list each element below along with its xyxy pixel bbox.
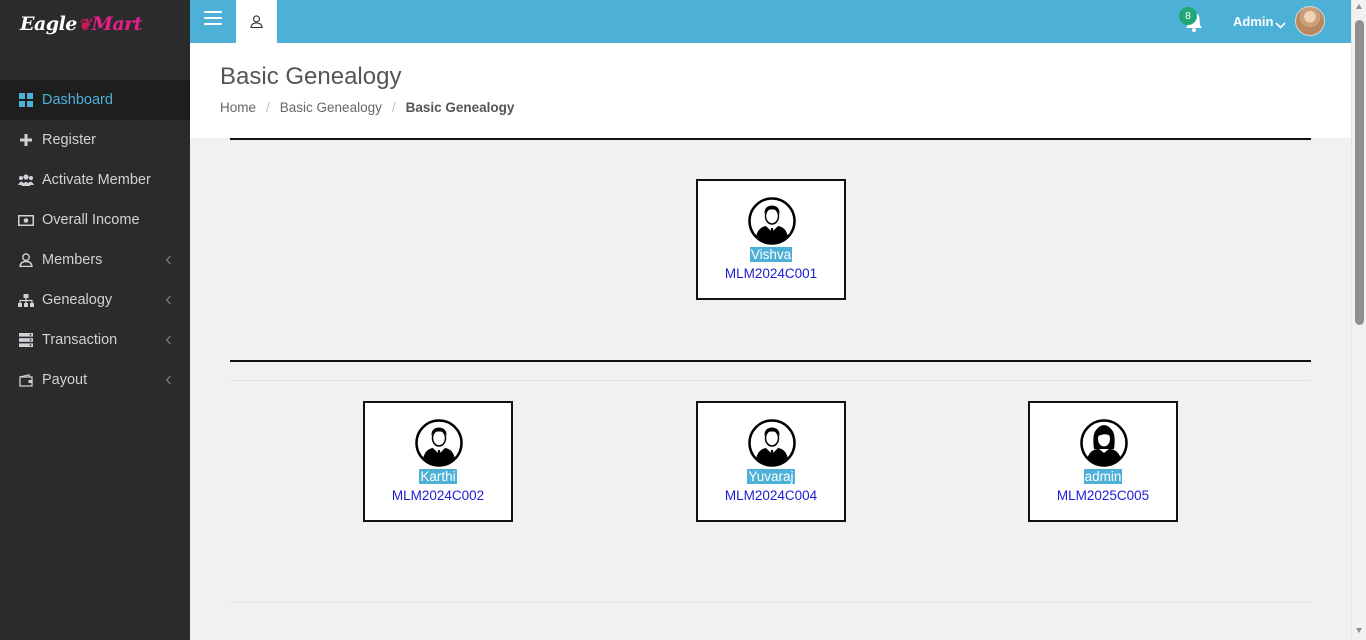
male-avatar-icon <box>748 419 796 467</box>
sidebar-item-label: Dashboard <box>42 92 113 108</box>
server-icon <box>18 332 34 348</box>
breadcrumb-section[interactable]: Basic Genealogy <box>280 100 382 115</box>
sidebar-item-label: Genealogy <box>42 292 113 308</box>
breadcrumb-current: Basic Genealogy <box>405 100 515 115</box>
member-name: admin <box>1083 469 1123 484</box>
plus-icon <box>18 132 34 148</box>
sidebar-item-overall-income[interactable]: Overall Income <box>0 200 190 240</box>
breadcrumb: Home / Basic Genealogy / Basic Genealogy <box>220 100 514 115</box>
page-header: Basic Genealogy Home / Basic Genealogy /… <box>190 43 1351 138</box>
hamburger-menu-icon[interactable] <box>204 11 222 27</box>
member-code[interactable]: MLM2024C001 <box>698 266 844 281</box>
sidebar-item-label: Members <box>42 252 103 268</box>
notification-badge: 8 <box>1179 7 1197 25</box>
member-name: Vishva <box>749 247 793 262</box>
sidebar-item-members[interactable]: Members <box>0 240 190 280</box>
sidebar-item-label: Activate Member <box>42 172 151 188</box>
sidebar-item-transaction[interactable]: Transaction <box>0 320 190 360</box>
chevron-left-icon <box>165 333 172 349</box>
divider <box>230 360 1311 362</box>
wing-icon: ❦ <box>77 15 91 34</box>
user-icon <box>18 252 34 268</box>
user-name[interactable]: Admin <box>1233 14 1273 29</box>
chevron-left-icon <box>165 293 172 309</box>
scrollbar-thumb[interactable] <box>1355 20 1364 325</box>
member-code[interactable]: MLM2024C002 <box>365 488 511 503</box>
member-name: Yuvaraj <box>747 469 795 484</box>
male-avatar-icon <box>415 419 463 467</box>
sidebar-item-label: Transaction <box>42 332 118 348</box>
female-avatar-icon <box>1080 419 1128 467</box>
chevron-left-icon <box>165 253 172 269</box>
user-outline-icon <box>250 15 263 28</box>
chevron-left-icon <box>165 373 172 389</box>
sidebar-item-dashboard[interactable]: Dashboard <box>0 80 190 120</box>
sitemap-icon <box>18 292 34 308</box>
sidebar-item-payout[interactable]: Payout <box>0 360 190 400</box>
avatar[interactable] <box>1295 6 1325 36</box>
member-name: Karthi <box>419 469 457 484</box>
sidebar-item-label: Overall Income <box>42 212 140 228</box>
scroll-up-icon[interactable] <box>1356 4 1362 9</box>
users-icon <box>18 172 34 188</box>
wallet-icon <box>18 372 34 388</box>
genealogy-tree: Vishva MLM2024C001 Karthi MLM2024C002 Yu… <box>190 138 1351 640</box>
dashboard-icon <box>18 92 34 108</box>
tree-node-child[interactable]: Karthi MLM2024C002 <box>363 401 513 522</box>
breadcrumb-home[interactable]: Home <box>220 100 256 115</box>
breadcrumb-separator: / <box>391 100 396 115</box>
male-avatar-icon <box>748 197 796 245</box>
vertical-scrollbar[interactable] <box>1351 0 1366 640</box>
page-title: Basic Genealogy <box>220 63 402 90</box>
sidebar-item-activate-member[interactable]: Activate Member <box>0 160 190 200</box>
money-icon <box>18 212 34 228</box>
breadcrumb-separator: / <box>266 100 270 115</box>
top-navbar: 8 Admin <box>190 0 1351 43</box>
sidebar-item-register[interactable]: Register <box>0 120 190 160</box>
tree-node-root[interactable]: Vishva MLM2024C001 <box>696 179 846 300</box>
sidebar-item-label: Payout <box>42 372 88 388</box>
sidebar: Eagle❦Mart Dashboard Register Activate M… <box>0 0 190 640</box>
member-code[interactable]: MLM2025C005 <box>1030 488 1176 503</box>
divider <box>230 602 1311 603</box>
divider <box>230 380 1311 381</box>
sidebar-item-genealogy[interactable]: Genealogy <box>0 280 190 320</box>
tree-node-child[interactable]: Yuvaraj MLM2024C004 <box>696 401 846 522</box>
chevron-down-icon[interactable] <box>1275 16 1286 34</box>
scroll-down-icon[interactable] <box>1356 628 1362 633</box>
sidebar-nav: Dashboard Register Activate Member Overa… <box>0 80 190 400</box>
sidebar-item-label: Register <box>42 132 96 148</box>
member-code[interactable]: MLM2024C004 <box>698 488 844 503</box>
tree-node-child[interactable]: admin MLM2025C005 <box>1028 401 1178 522</box>
brand-logo[interactable]: Eagle❦Mart <box>0 0 190 48</box>
divider <box>230 138 1311 140</box>
user-profile-tab[interactable] <box>236 0 277 43</box>
